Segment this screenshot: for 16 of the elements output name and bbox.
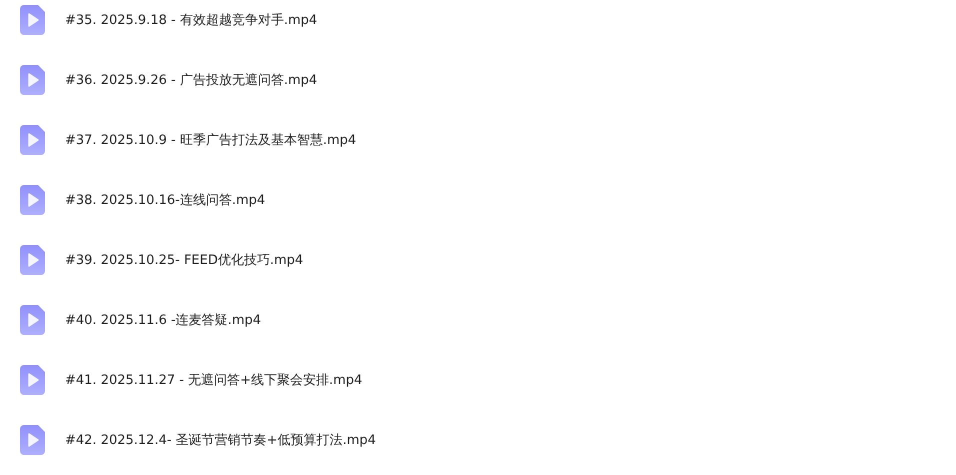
video-file-icon: [20, 5, 45, 35]
video-file-icon: [20, 425, 45, 455]
file-name[interactable]: #37. 2025.10.9 - 旺季广告打法及基本智慧.mp4: [65, 131, 356, 149]
video-file-icon: [20, 245, 45, 275]
video-file-icon: [20, 185, 45, 215]
video-file-icon: [20, 365, 45, 395]
file-name[interactable]: #40. 2025.11.6 -连麦答疑.mp4: [65, 311, 262, 329]
file-name[interactable]: #36. 2025.9.26 - 广告投放无遮问答.mp4: [65, 71, 318, 89]
file-name[interactable]: #39. 2025.10.25- FEED优化技巧.mp4: [65, 251, 304, 269]
file-name[interactable]: #41. 2025.11.27 - 无遮问答+线下聚会安排.mp4: [65, 371, 362, 389]
video-file-icon: [20, 65, 45, 95]
video-file-icon: [20, 125, 45, 155]
file-name[interactable]: #35. 2025.9.18 - 有效超越竞争对手.mp4: [65, 11, 318, 29]
file-name[interactable]: #38. 2025.10.16-连线问答.mp4: [65, 191, 266, 209]
file-name[interactable]: #42. 2025.12.4- 圣诞节营销节奏+低预算打法.mp4: [65, 431, 376, 449]
video-file-icon: [20, 305, 45, 335]
